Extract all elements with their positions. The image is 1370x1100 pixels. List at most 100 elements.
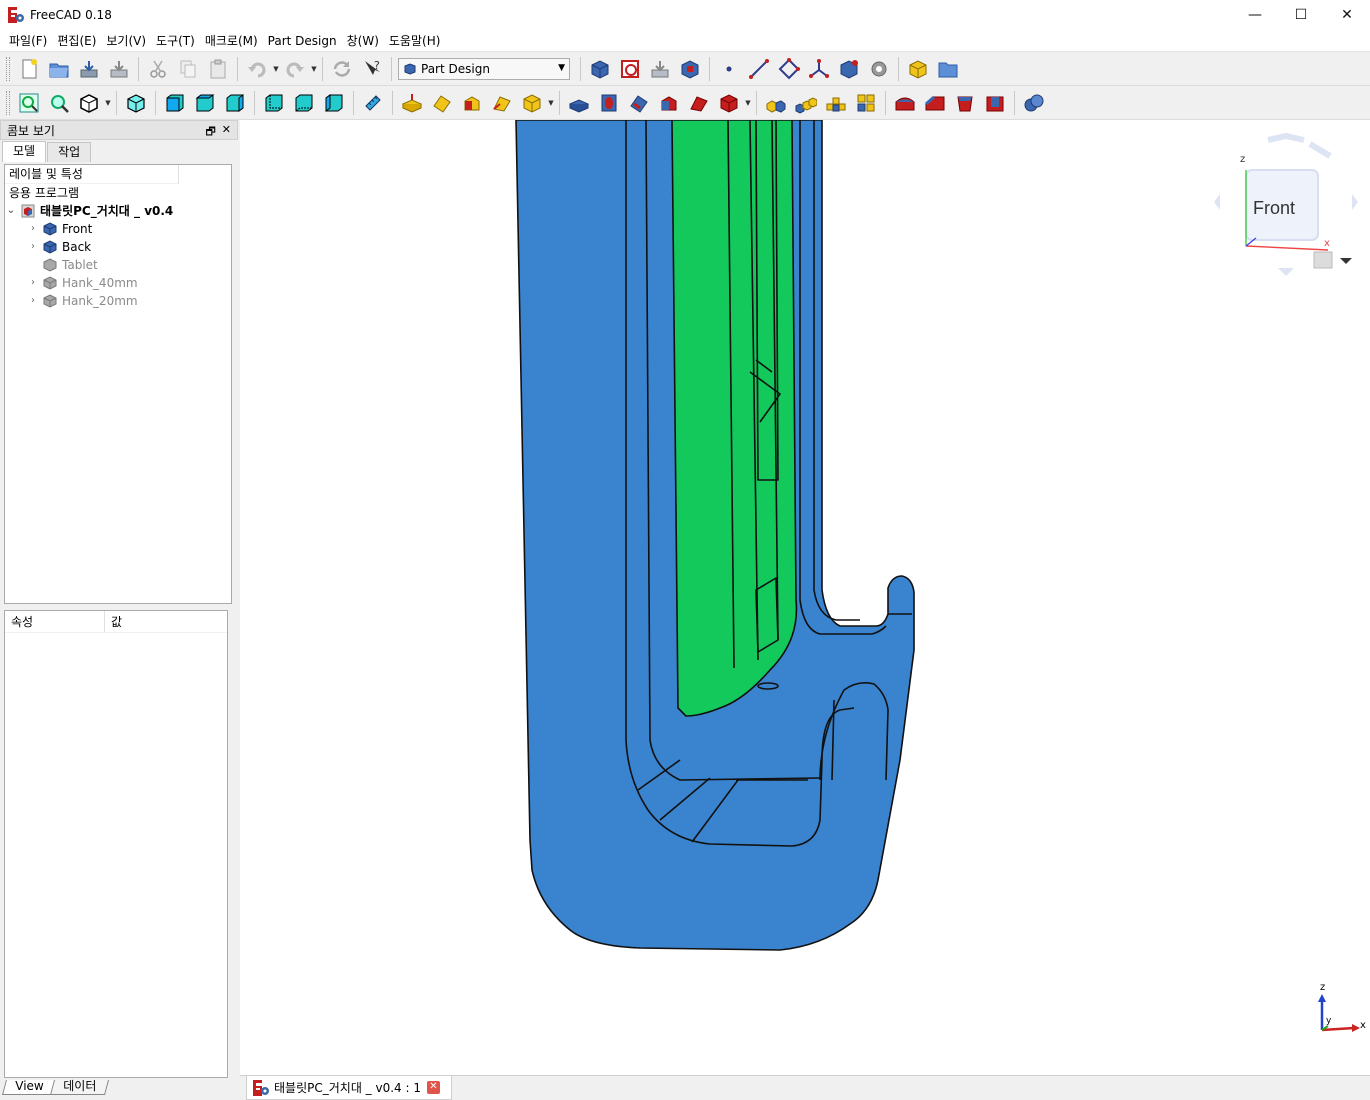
close-tab-icon[interactable]: ✕ (426, 1081, 440, 1094)
multi-transform-button[interactable] (852, 89, 880, 117)
document-tab[interactable]: 태블릿PC_거치대 _ v0.4 : 1 ✕ (246, 1076, 452, 1100)
draw-style-button[interactable] (75, 89, 103, 117)
menu-file[interactable]: 파일(F) (4, 30, 52, 52)
boolean-button[interactable] (1020, 89, 1048, 117)
chevron-right-icon[interactable]: › (27, 238, 39, 256)
whats-this-button[interactable]: ? (358, 55, 386, 83)
subtractive-pipe-button[interactable] (685, 89, 713, 117)
property-column-header[interactable]: 속성 (5, 611, 105, 632)
open-button[interactable] (45, 55, 73, 83)
tree-item-hank-20mm[interactable]: › Hank_20mm (5, 292, 231, 310)
group-button[interactable] (934, 55, 962, 83)
datum-line-button[interactable] (745, 55, 773, 83)
view-left-button[interactable] (320, 89, 348, 117)
chevron-down-icon[interactable]: ⌄ (5, 202, 17, 220)
tab-view[interactable]: View (1, 1079, 57, 1095)
close-icon[interactable]: ✕ (222, 123, 231, 142)
hole-button[interactable] (595, 89, 623, 117)
undo-button[interactable] (243, 55, 271, 83)
pocket-button[interactable] (565, 89, 593, 117)
menu-tools[interactable]: 도구(T) (151, 30, 200, 52)
tree-item-front[interactable]: › Front (5, 220, 231, 238)
refresh-button[interactable] (328, 55, 356, 83)
measure-distance-button[interactable] (359, 89, 387, 117)
cut-button[interactable] (144, 55, 172, 83)
workbench-selector[interactable]: Part Design ▼ (398, 57, 570, 80)
tree-item-hank-40mm[interactable]: › Hank_40mm (5, 274, 231, 292)
tree-item-label: Hank_20mm (62, 294, 138, 308)
toolbar-grip[interactable] (6, 90, 10, 115)
toolbar-grip[interactable] (6, 56, 10, 81)
groove-button[interactable] (625, 89, 653, 117)
view-front-button[interactable] (161, 89, 189, 117)
menu-edit[interactable]: 편집(E) (52, 30, 101, 52)
tree-document-row[interactable]: ⌄ 태블릿PC_거치대 _ v0.4 (5, 202, 231, 220)
additive-loft-button[interactable] (458, 89, 486, 117)
chevron-right-icon[interactable]: › (27, 274, 39, 292)
tree-column-header[interactable]: 레이블 및 특성 (5, 165, 179, 184)
subtractive-primitive-dropdown[interactable]: ▼ (744, 89, 752, 117)
polar-pattern-button[interactable] (822, 89, 850, 117)
create-sketch-button[interactable] (616, 55, 644, 83)
fit-selection-button[interactable] (45, 89, 73, 117)
close-button[interactable]: ✕ (1324, 0, 1370, 30)
draft-button[interactable] (951, 89, 979, 117)
tree-item-tablet[interactable]: Tablet (5, 256, 231, 274)
datum-plane-button[interactable] (775, 55, 803, 83)
clone-button[interactable] (835, 55, 863, 83)
undo-dropdown[interactable]: ▼ (272, 55, 280, 83)
navcube-face-label[interactable]: Front (1253, 198, 1295, 219)
value-column-header[interactable]: 값 (105, 611, 122, 632)
view-rear-button[interactable] (260, 89, 288, 117)
redo-button[interactable] (281, 55, 309, 83)
new-document-button[interactable] (15, 55, 43, 83)
chamfer-button[interactable] (921, 89, 949, 117)
revolution-button[interactable] (428, 89, 456, 117)
subtractive-loft-button[interactable] (655, 89, 683, 117)
local-coordinate-system-button[interactable] (805, 55, 833, 83)
chevron-right-icon[interactable]: › (27, 292, 39, 310)
part-button[interactable] (904, 55, 932, 83)
subtractive-primitive-button[interactable] (715, 89, 743, 117)
chevron-right-icon[interactable]: › (27, 220, 39, 238)
datum-point-button[interactable] (715, 55, 743, 83)
tree-app-row[interactable]: 응용 프로그램 (5, 184, 231, 202)
fillet-button[interactable] (891, 89, 919, 117)
menu-view[interactable]: 보기(V) (101, 30, 151, 52)
additive-primitive-button[interactable] (518, 89, 546, 117)
view-top-button[interactable] (191, 89, 219, 117)
maximize-button[interactable]: ☐ (1278, 0, 1324, 30)
mirrored-button[interactable] (762, 89, 790, 117)
undock-icon[interactable]: 🗗 (205, 123, 215, 142)
save-button[interactable] (75, 55, 103, 83)
3d-viewport[interactable]: Front z x z y x (240, 120, 1370, 1075)
fit-all-button[interactable] (15, 89, 43, 117)
tab-task[interactable]: 작업 (47, 142, 92, 162)
menu-part-design[interactable]: Part Design (263, 30, 342, 52)
tab-model[interactable]: 모델 (2, 141, 47, 162)
draw-style-dropdown[interactable]: ▼ (104, 89, 112, 117)
redo-dropdown[interactable]: ▼ (310, 55, 318, 83)
pad-button[interactable] (398, 89, 426, 117)
minimize-button[interactable]: — (1232, 0, 1278, 30)
tab-data[interactable]: 데이터 (50, 1079, 110, 1095)
view-right-button[interactable] (221, 89, 249, 117)
save-as-button[interactable] (105, 55, 133, 83)
additive-primitive-dropdown[interactable]: ▼ (547, 89, 555, 117)
additive-pipe-button[interactable] (488, 89, 516, 117)
linear-pattern-button[interactable] (792, 89, 820, 117)
menu-window[interactable]: 창(W) (342, 30, 384, 52)
menu-help[interactable]: 도움말(H) (384, 30, 446, 52)
sub-shape-binder-button[interactable] (865, 55, 893, 83)
tree-item-back[interactable]: › Back (5, 238, 231, 256)
validate-sketch-button[interactable] (646, 55, 674, 83)
thickness-button[interactable] (981, 89, 1009, 117)
navigation-cube[interactable]: Front z x (1206, 126, 1366, 286)
view-isometric-button[interactable] (122, 89, 150, 117)
shape-binder-button[interactable] (676, 55, 704, 83)
create-body-button[interactable] (586, 55, 614, 83)
menu-macro[interactable]: 매크로(M) (200, 30, 263, 52)
paste-button[interactable] (204, 55, 232, 83)
view-bottom-button[interactable] (290, 89, 318, 117)
copy-button[interactable] (174, 55, 202, 83)
